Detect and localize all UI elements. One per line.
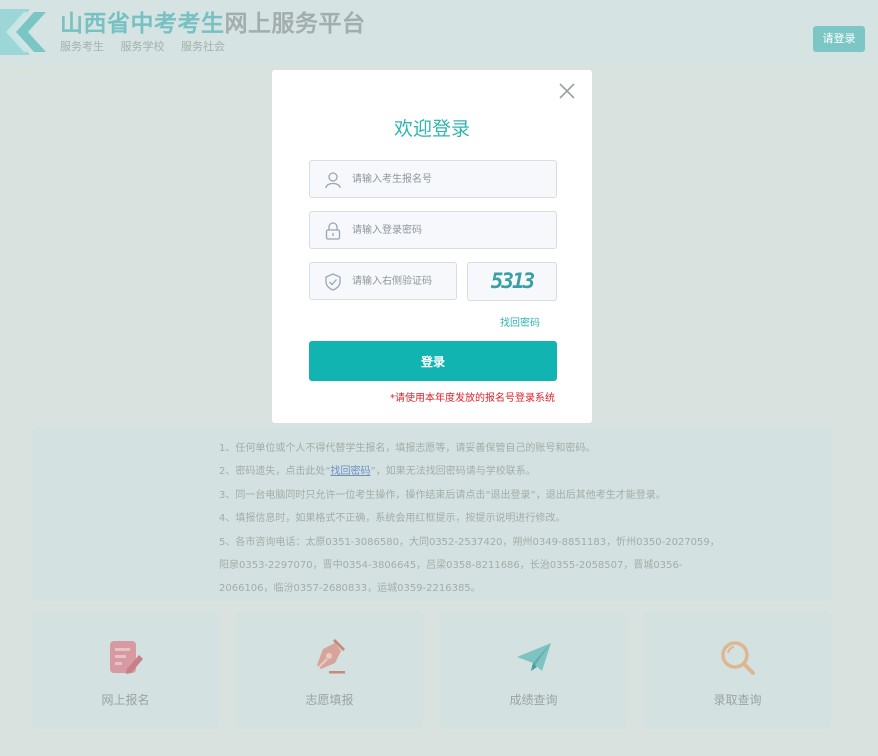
notice-line: 3、同一台电脑同时只允许一位考生操作，操作结束后请点击“退出登录”，退出后其他考…: [219, 489, 666, 501]
login-button[interactable]: 登录: [309, 341, 557, 381]
modal-title: 欢迎登录: [393, 118, 470, 140]
card-label: 成绩查询: [509, 693, 558, 707]
notice-line: 2066106，临汾0357-2680833，运城0359-2216385。: [219, 583, 481, 595]
site-logo-icon: [0, 9, 48, 55]
notice-line: 5、各市咨询电话：太原0351-3086580，大同0352-2537420，朔…: [219, 536, 720, 548]
magnifier-icon: [721, 641, 755, 675]
subnav: 服务考生 服务学校 服务社会: [60, 38, 238, 54]
username-input[interactable]: [352, 161, 548, 197]
subnav-item-society[interactable]: 服务社会: [181, 40, 225, 53]
card-application-filling[interactable]: 志愿填报: [236, 611, 423, 729]
notice-forgot-password-link[interactable]: 找回密码: [331, 466, 371, 477]
captcha-image[interactable]: 5313: [467, 262, 557, 301]
captcha-field[interactable]: [309, 262, 457, 300]
username-field[interactable]: [309, 160, 557, 198]
subnav-item-students[interactable]: 服务考生: [60, 40, 104, 53]
login-note: *请使用本年度发放的报名号登录系统: [390, 393, 555, 404]
card-label: 志愿填报: [305, 693, 354, 707]
lock-icon: [325, 222, 341, 240]
subnav-item-schools[interactable]: 服务学校: [121, 40, 165, 53]
card-score-query[interactable]: 成绩查询: [440, 611, 627, 729]
notice-line: 1、任何单位或个人不得代替学生报名，填报志愿等，请妥善保管自己的账号和密码。: [219, 443, 596, 454]
header-login-button[interactable]: 请登录: [813, 26, 865, 52]
user-icon: [325, 172, 341, 189]
paper-plane-icon: [517, 643, 551, 671]
pen-nib-icon: [317, 639, 345, 674]
password-field[interactable]: [309, 211, 557, 249]
forgot-password-link[interactable]: 找回密码: [500, 314, 540, 329]
notice-list: 1、任何单位或个人不得代替学生报名，填报志愿等，请妥善保管自己的账号和密码。 2…: [219, 437, 819, 601]
notice-line: 2、密码遗失，点击此处“找回密码”，如果无法找回密码请与学校联系。: [219, 466, 536, 478]
close-icon[interactable]: [557, 81, 577, 101]
card-label: 录取查询: [713, 693, 762, 707]
header: 山西省中考考生网上服务平台 服务考生 服务学校 服务社会 请登录: [0, 0, 878, 66]
notice-panel: 1、任何单位或个人不得代替学生报名，填报志愿等，请妥善保管自己的账号和密码。 2…: [32, 427, 832, 601]
card-online-registration[interactable]: 网上报名: [32, 611, 219, 729]
password-input[interactable]: [352, 212, 548, 248]
site-title: 山西省中考考生网上服务平台: [60, 11, 366, 37]
notice-line: 4、填报信息时，如果格式不正确，系统会用红框提示，按提示说明进行修改。: [219, 513, 566, 525]
card-admission-query[interactable]: 录取查询: [644, 611, 831, 729]
captcha-input[interactable]: [352, 263, 452, 299]
login-modal: 欢迎登录 5313 找回密码 登录 *请使用本年度发放的报名号登录系统: [272, 70, 592, 423]
notice-line: 阳泉0353-2297070，晋中0354-3806645，吕梁0358-821…: [219, 560, 683, 572]
edit-icon: [110, 641, 143, 674]
shield-check-icon: [325, 273, 341, 291]
card-label: 网上报名: [101, 693, 150, 707]
